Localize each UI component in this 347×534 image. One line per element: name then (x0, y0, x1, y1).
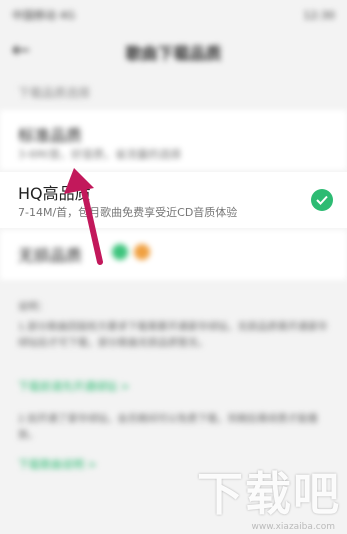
vip-badge-icon (112, 244, 128, 260)
clock-text: 12:30 (303, 8, 335, 22)
link-download-info[interactable]: 下载歌曲说明 > (18, 456, 97, 472)
option-hq[interactable]: HQ高品质 7-14M/首，包月歌曲免费享受近CD音质体验 (0, 172, 347, 228)
notes-paragraph-2: 2.如开通了豪华绿钻，会员期间可以免费下载，到期后需续费才能播放。 (18, 414, 318, 441)
check-icon (311, 189, 333, 211)
section-label: 下载品质选择 (18, 86, 91, 100)
option-desc: 3-6M/首，好音质，省流量的选择 (18, 148, 182, 161)
option-title: HQ高品质 (18, 184, 91, 203)
option-standard[interactable]: 标准品质 3-6M/首，好音质，省流量的选择 (0, 110, 347, 170)
option-lossless[interactable]: 无损品质 (0, 230, 347, 280)
app-bar: ← 歌曲下载品质 (0, 30, 347, 74)
option-desc: 7-14M/首，包月歌曲免费享受近CD音质体验 (18, 206, 238, 219)
carrier-text: 中国移动 4G (12, 9, 76, 22)
notes-paragraph-1: 1.部分歌曲因版权方要求下载需要开通豪华绿钻，无损品质需开通豪华绿钻后才可下载，… (18, 322, 328, 349)
option-title: 无损品质 (18, 246, 83, 265)
status-bar: 中国移动 4G 12:30 (0, 0, 347, 30)
option-title: 标准品质 (18, 126, 83, 145)
watermark-logo: 下载吧 (197, 467, 341, 521)
watermark-url: www.xiazaiba.com (251, 522, 335, 532)
link-open-vip[interactable]: 下载前请先开通绿钻 > (18, 378, 130, 394)
notes-heading: 说明： (18, 302, 48, 313)
page-title: 歌曲下载品质 (125, 44, 222, 63)
sq-badge-icon (134, 244, 150, 260)
